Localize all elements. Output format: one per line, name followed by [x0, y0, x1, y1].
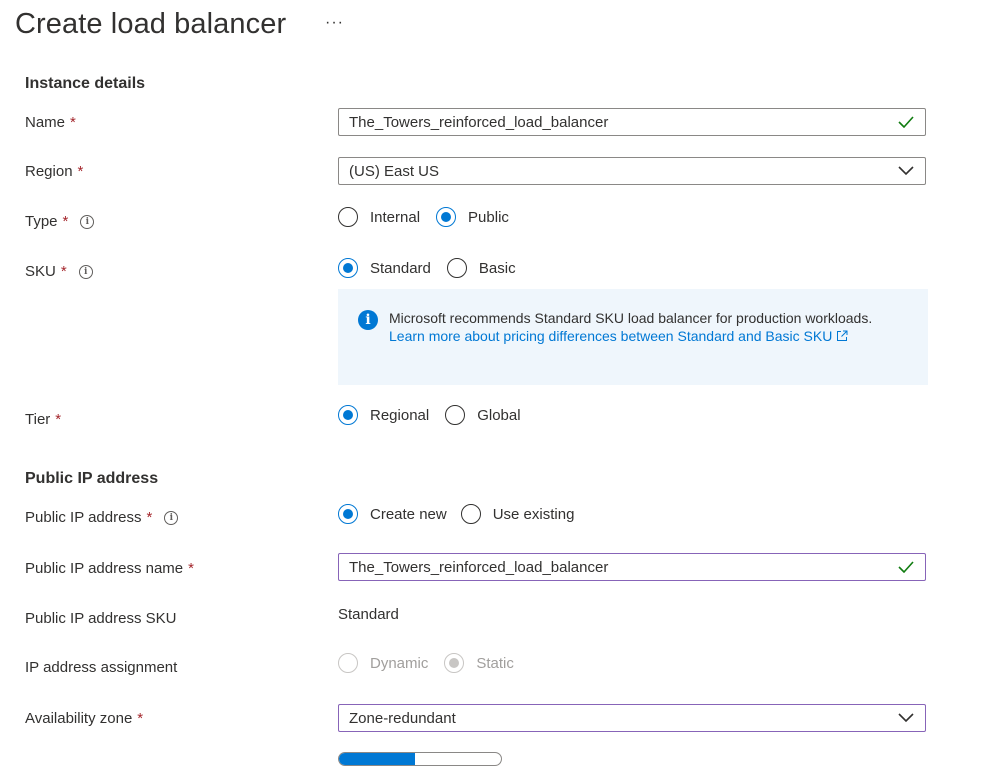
sku-radio-basic[interactable]: Basic	[446, 258, 516, 278]
ip-assignment-radio-group: Dynamic Static	[338, 653, 524, 673]
ip-assignment-radio-dynamic: Dynamic	[338, 653, 428, 673]
sku-radio-group: Standard Basic	[338, 258, 526, 278]
public-ip-label: Public IP address * i	[25, 509, 179, 526]
name-input[interactable]: The_Towers_reinforced_load_balancer	[338, 108, 926, 136]
info-icon: i	[358, 310, 378, 330]
page-title: Create load balancer	[15, 8, 287, 40]
info-icon[interactable]: i	[164, 510, 179, 525]
radio-circle-disabled-selected	[444, 653, 465, 673]
type-radio-group: Internal Public	[338, 207, 519, 227]
radio-circle	[460, 504, 481, 524]
more-options-button[interactable]: ···	[325, 14, 344, 32]
checkmark-icon	[897, 558, 915, 576]
type-radio-public[interactable]: Public	[436, 207, 509, 227]
radio-label: Dynamic	[370, 654, 429, 672]
public-ip-sku-label-text: Public IP address SKU	[25, 610, 177, 627]
tier-radio-global[interactable]: Global	[445, 405, 521, 425]
public-ip-label-text: Public IP address	[25, 509, 142, 526]
region-dropdown-value: (US) East US	[349, 162, 440, 180]
radio-circle-selected	[338, 504, 358, 524]
availability-zone-label: Availability zone *	[25, 710, 143, 727]
radio-circle	[446, 258, 467, 278]
tier-label-text: Tier	[25, 411, 51, 428]
info-banner-message: Microsoft recommends Standard SKU load b…	[389, 310, 873, 326]
name-label-text: Name	[25, 114, 66, 131]
availability-zone-value: Zone-redundant	[349, 709, 456, 727]
required-asterisk: *	[146, 509, 153, 526]
info-banner-text: Microsoft recommends Standard SKU load b…	[389, 309, 872, 385]
required-asterisk: *	[60, 263, 67, 280]
radio-label: Standard	[370, 259, 431, 277]
radio-label: Internal	[370, 208, 421, 226]
pricing-link[interactable]: Learn more about pricing differences bet…	[389, 328, 848, 344]
tier-radio-regional[interactable]: Regional	[338, 405, 429, 425]
external-link-icon	[836, 328, 848, 344]
section-title-instance-details: Instance details	[25, 75, 146, 92]
required-asterisk: *	[188, 560, 194, 577]
public-ip-radio-create-new[interactable]: Create new	[338, 504, 447, 524]
required-asterisk: *	[70, 114, 76, 131]
public-ip-name-label-text: Public IP address name	[25, 560, 184, 577]
tier-label: Tier *	[25, 411, 61, 428]
radio-circle-selected	[338, 258, 358, 278]
section-title-public-ip: Public IP address	[25, 470, 159, 487]
tier-radio-group: Regional Global	[338, 405, 531, 425]
radio-label: Static	[476, 654, 514, 672]
radio-label: Create new	[370, 505, 447, 523]
sku-label-text: SKU	[25, 263, 56, 280]
segmented-toggle[interactable]	[338, 752, 502, 766]
segmented-toggle-selected	[339, 753, 415, 765]
chevron-down-icon	[897, 162, 915, 180]
ip-assignment-radio-static: Static	[444, 653, 514, 673]
region-label: Region *	[25, 163, 83, 180]
radio-label: Use existing	[492, 505, 575, 523]
public-ip-sku-label: Public IP address SKU	[25, 610, 176, 627]
required-asterisk: *	[62, 213, 69, 230]
required-asterisk: *	[55, 411, 62, 428]
public-ip-radio-use-existing[interactable]: Use existing	[460, 504, 575, 524]
public-ip-name-value: The_Towers_reinforced_load_balancer	[349, 558, 609, 576]
required-asterisk: *	[77, 163, 84, 180]
region-dropdown[interactable]: (US) East US	[338, 157, 926, 185]
name-label: Name *	[25, 114, 76, 131]
info-icon[interactable]: i	[78, 264, 93, 279]
radio-label: Global	[477, 406, 521, 424]
ip-assignment-label-text: IP address assignment	[25, 659, 178, 676]
type-label: Type * i	[25, 213, 95, 230]
radio-circle-selected	[338, 405, 358, 425]
name-input-value: The_Towers_reinforced_load_balancer	[349, 113, 609, 131]
radio-circle	[445, 405, 466, 425]
radio-label: Public	[468, 208, 509, 226]
type-label-text: Type	[25, 213, 58, 230]
radio-label: Regional	[370, 406, 430, 424]
public-ip-name-input[interactable]: The_Towers_reinforced_load_balancer	[338, 553, 926, 581]
info-icon[interactable]: i	[80, 214, 95, 229]
radio-circle-selected	[436, 207, 457, 227]
radio-circle	[338, 207, 358, 227]
required-asterisk: *	[137, 710, 144, 727]
public-ip-name-label: Public IP address name *	[25, 560, 194, 577]
radio-circle-disabled	[338, 653, 358, 673]
sku-info-banner: i Microsoft recommends Standard SKU load…	[338, 289, 928, 385]
chevron-down-icon	[897, 709, 915, 727]
sku-radio-standard[interactable]: Standard	[338, 258, 431, 278]
availability-zone-label-text: Availability zone	[25, 710, 133, 727]
type-radio-internal[interactable]: Internal	[338, 207, 420, 227]
public-ip-radio-group: Create new Use existing	[338, 504, 584, 524]
ip-assignment-label: IP address assignment	[25, 659, 177, 676]
radio-label: Basic	[478, 259, 516, 277]
public-ip-sku-value: Standard	[338, 606, 399, 623]
checkmark-icon	[897, 113, 915, 131]
region-label-text: Region	[25, 163, 73, 180]
availability-zone-dropdown[interactable]: Zone-redundant	[338, 704, 926, 732]
sku-label: SKU * i	[25, 263, 93, 280]
pricing-link-text: Learn more about pricing differences bet…	[389, 328, 833, 344]
